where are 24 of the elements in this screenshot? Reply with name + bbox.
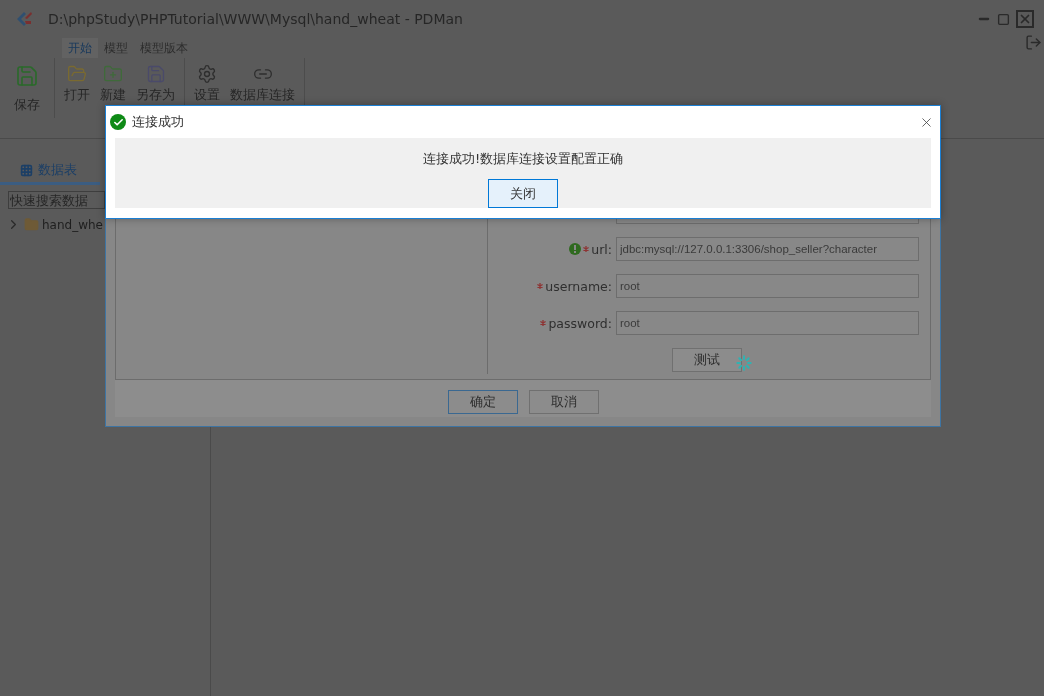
dialog-button[interactable]: 取消	[528, 390, 599, 415]
message-text: 连接成功!数据库连接设置配置正确	[422, 150, 624, 168]
folder-icon	[24, 217, 39, 232]
sidebar-tab[interactable]: 数据表	[0, 161, 100, 185]
dialog-button[interactable]: 确定	[447, 390, 518, 415]
field-label: url:	[591, 241, 612, 257]
input-field[interactable]: jdbc:mysql://127.0.0.1:3306/shop_seller?character	[616, 237, 919, 261]
input-field[interactable]: root	[616, 311, 919, 335]
maximize-icon[interactable]	[997, 12, 1010, 26]
success-icon	[110, 114, 126, 130]
folder-plus-icon	[103, 64, 123, 84]
logout-icon[interactable]	[1025, 34, 1042, 51]
close-button[interactable]: 关闭	[488, 179, 558, 208]
input-field[interactable]: root	[616, 274, 919, 298]
save-icon	[15, 64, 39, 88]
test-button[interactable]: 测试	[672, 348, 742, 372]
folder-icon	[67, 64, 87, 84]
field-label: password:	[548, 315, 612, 331]
tree-item[interactable]: hand_whe	[42, 217, 103, 232]
ribbon-tab[interactable]: 开始	[62, 38, 98, 58]
field-label: username:	[545, 278, 612, 294]
dialog-title: 连接成功	[132, 113, 185, 131]
grid-icon	[20, 163, 33, 177]
settings-icon	[197, 64, 217, 84]
